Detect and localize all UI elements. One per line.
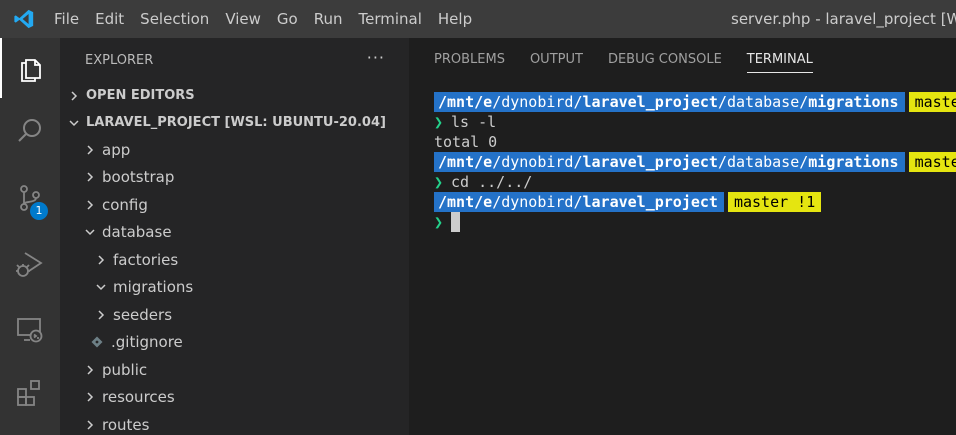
chevron-down-icon (82, 224, 98, 240)
open-editors-label: OPEN EDITORS (86, 88, 195, 103)
tree-item-label: public (102, 360, 148, 379)
chevron-right-icon (82, 417, 98, 433)
output-text: total 0 (434, 133, 498, 151)
tree-folder-database[interactable]: database (60, 219, 409, 247)
tree-item-label: factories (113, 250, 179, 269)
prompt-path: /mnt/e/dynobird/laravel_project (434, 192, 724, 212)
tab-output[interactable]: OUTPUT (530, 38, 583, 82)
prompt-arrow-icon: ❯ (434, 173, 444, 191)
tree-folder-app[interactable]: app (60, 136, 409, 164)
prompt-line: /mnt/e/dynobird/laravel_project/database… (434, 92, 956, 112)
search-icon[interactable] (0, 101, 60, 161)
tree-item-label: migrations (113, 278, 194, 297)
more-actions-button[interactable]: ··· (367, 48, 385, 67)
tree-folder-seeders[interactable]: seeders (60, 301, 409, 329)
tree-folder-migrations[interactable]: migrations (60, 274, 409, 302)
chevron-down-icon (66, 115, 82, 131)
chevron-right-icon (82, 197, 98, 213)
tree-folder-routes[interactable]: routes (60, 411, 409, 435)
chevron-right-icon (93, 307, 109, 323)
tree-item-label: database (102, 223, 172, 242)
prompt-arrow-icon: ❯ (434, 113, 444, 131)
tree-file-gitignore[interactable]: .gitignore (60, 329, 409, 357)
tree-item-label: app (102, 140, 131, 159)
run-debug-icon[interactable] (0, 234, 60, 294)
input-line[interactable]: ❯ (434, 212, 956, 232)
tree-item-label: resources (102, 388, 175, 407)
output-line: total 0 (434, 132, 956, 152)
chevron-right-icon (82, 389, 98, 405)
chevron-right-icon (66, 88, 82, 104)
git-file-icon (89, 334, 105, 350)
menu-terminal[interactable]: Terminal (351, 0, 430, 38)
activity-bar: 1 (0, 38, 60, 435)
chevron-right-icon (82, 362, 98, 378)
tree-item-label: .gitignore (111, 333, 183, 352)
source-control-icon[interactable]: 1 (0, 168, 60, 228)
tree-folder-factories[interactable]: factories (60, 246, 409, 274)
tab-debug-console[interactable]: DEBUG CONSOLE (608, 38, 722, 82)
chevron-down-icon (93, 279, 109, 295)
chevron-right-icon (82, 169, 98, 185)
command-line: ❯ cd ../../ (434, 172, 956, 192)
project-section[interactable]: LARAVEL_PROJECT [WSL: UBUNTU-20.04] (60, 109, 409, 136)
menu-edit[interactable]: Edit (87, 0, 132, 38)
tab-terminal[interactable]: TERMINAL (746, 38, 814, 82)
extensions-icon[interactable] (0, 363, 60, 423)
menu-go[interactable]: Go (269, 0, 306, 38)
scm-badge: 1 (30, 202, 48, 220)
remote-explorer-icon[interactable] (0, 300, 60, 360)
terminal-cursor (451, 212, 461, 232)
explorer-icon[interactable] (0, 38, 60, 98)
tree-item-label: bootstrap (102, 168, 175, 187)
prompt-path: /mnt/e/dynobird/laravel_project/database… (434, 152, 905, 172)
prompt-line: /mnt/e/dynobird/laravel_project/database… (434, 152, 956, 172)
bottom-panel: PROBLEMS OUTPUT DEBUG CONSOLE TERMINAL /… (409, 38, 956, 435)
sidebar-header: EXPLORER ··· (60, 38, 409, 82)
command-text: ls -l (451, 113, 497, 131)
chevron-right-icon (82, 142, 98, 158)
title-bar: File Edit Selection View Go Run Terminal… (0, 0, 956, 38)
prompt-path: /mnt/e/dynobird/laravel_project/database… (434, 92, 905, 112)
command-text: cd ../../ (451, 173, 533, 191)
tree-folder-config[interactable]: config (60, 191, 409, 219)
prompt-branch: master !1 (727, 192, 822, 212)
tab-problems[interactable]: PROBLEMS (434, 38, 505, 82)
panel-tabs: PROBLEMS OUTPUT DEBUG CONSOLE TERMINAL (409, 38, 956, 82)
menu-bar: File Edit Selection View Go Run Terminal… (48, 0, 480, 38)
open-editors-section[interactable]: OPEN EDITORS (60, 82, 409, 109)
chevron-right-icon (93, 252, 109, 268)
tree-folder-public[interactable]: public (60, 356, 409, 384)
terminal-output[interactable]: /mnt/e/dynobird/laravel_project/database… (434, 92, 956, 232)
tree-folder-resources[interactable]: resources (60, 384, 409, 412)
menu-run[interactable]: Run (306, 0, 351, 38)
prompt-branch: master (908, 92, 956, 112)
window-title: server.php - laravel_project [WSL: U (731, 10, 956, 28)
vscode-logo-icon[interactable] (0, 0, 48, 38)
sidebar-title: EXPLORER (85, 52, 154, 68)
tree-item-label: seeders (113, 305, 173, 324)
tree-folder-bootstrap[interactable]: bootstrap (60, 164, 409, 192)
prompt-line: /mnt/e/dynobird/laravel_project master !1 (434, 192, 956, 212)
tree-item-label: routes (102, 415, 150, 434)
prompt-branch: master (908, 152, 956, 172)
tree-item-label: config (102, 195, 148, 214)
menu-view[interactable]: View (217, 0, 269, 38)
menu-selection[interactable]: Selection (132, 0, 217, 38)
project-label: LARAVEL_PROJECT [WSL: UBUNTU-20.04] (86, 115, 386, 130)
prompt-arrow-icon: ❯ (434, 213, 444, 231)
menu-file[interactable]: File (48, 0, 87, 38)
menu-help[interactable]: Help (430, 0, 480, 38)
explorer-sidebar: EXPLORER ··· OPEN EDITORS LARAVEL_PROJEC… (60, 38, 409, 435)
command-line: ❯ ls -l (434, 112, 956, 132)
